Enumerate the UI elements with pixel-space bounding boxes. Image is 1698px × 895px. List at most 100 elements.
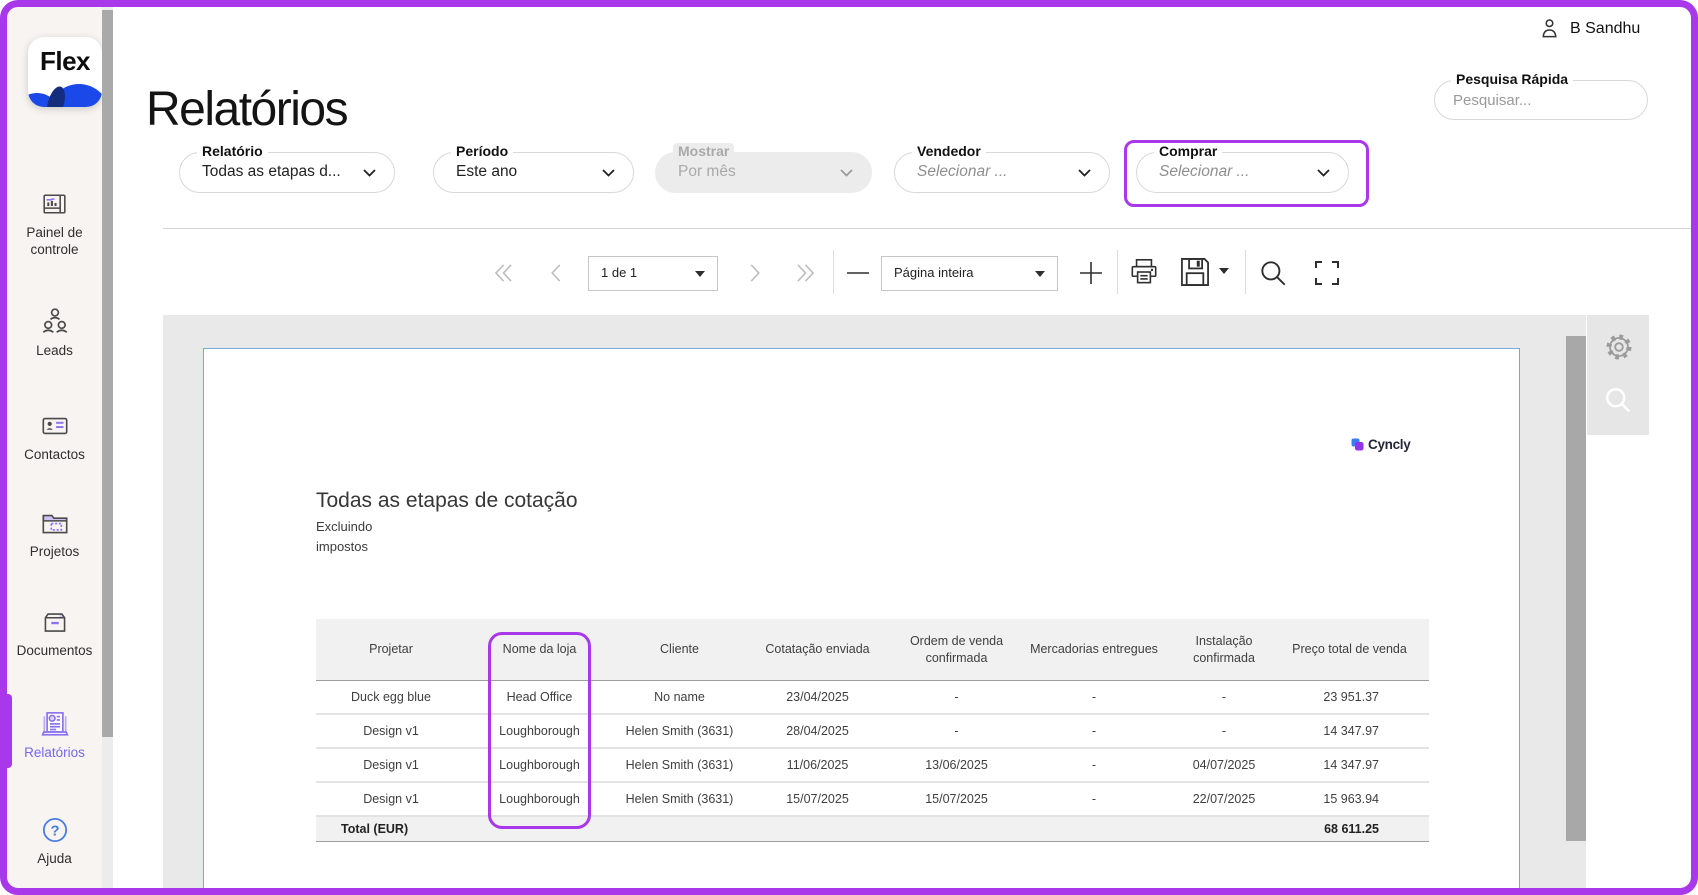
filter-period-value: Este ano: [456, 163, 518, 180]
chevron-right-icon: [750, 264, 760, 282]
cell: 14 347.97: [1284, 714, 1429, 749]
double-chevron-right-icon: [797, 264, 815, 282]
folder-icon: [42, 514, 67, 534]
filter-salesperson[interactable]: Vendedor Selecionar ...: [894, 143, 1110, 193]
viewer-settings-button[interactable]: [1601, 329, 1637, 368]
cell: Design v1: [316, 782, 466, 817]
print-button[interactable]: [1126, 255, 1162, 292]
save-button[interactable]: [1176, 253, 1214, 294]
caret-down-icon: [695, 271, 705, 277]
chevron-down-icon: [840, 169, 853, 177]
page-title: Relatórios: [146, 83, 349, 137]
sidebar-item-label: Documentos: [16, 643, 93, 658]
filter-salesperson-value: Selecionar ...: [917, 163, 1008, 180]
quick-search: Pesquisa Rápida: [1434, 71, 1648, 120]
first-page-button[interactable]: [490, 260, 516, 289]
sidebar-item-help[interactable]: ? Ajuda: [7, 813, 102, 868]
report-viewer: Cyncly Todas as etapas de cotação Exclui…: [163, 315, 1586, 895]
total-value: 68 611.25: [1284, 815, 1429, 842]
sidebar-item-contacts[interactable]: Contactos: [7, 409, 102, 464]
search-in-report-button[interactable]: [1257, 257, 1289, 292]
save-options-button[interactable]: [1219, 268, 1229, 274]
cell: Duck egg blue: [316, 680, 466, 715]
column-header: Instalação confirmada: [1164, 619, 1284, 681]
zoom-out-button[interactable]: [843, 262, 873, 287]
cell: -: [1024, 782, 1164, 817]
sidebar: Flex Painel de controle Leads Contactos …: [7, 7, 102, 888]
sidebar-item-leads[interactable]: Leads: [7, 303, 102, 360]
viewer-scrollbar-thumb[interactable]: [1566, 336, 1586, 841]
sidebar-item-projects[interactable]: Projetos: [7, 506, 102, 561]
sidebar-item-reports[interactable]: Relatórios: [7, 705, 102, 762]
table-total-row: Total (EUR) 68 611.25: [316, 815, 1429, 842]
next-page-button[interactable]: [742, 260, 768, 289]
fullscreen-button[interactable]: [1312, 258, 1342, 291]
cell: 14 347.97: [1284, 748, 1429, 783]
cell: -: [1164, 680, 1284, 715]
document-box-icon: [44, 613, 65, 632]
filter-period[interactable]: Período Este ano: [433, 143, 634, 193]
cell: Helen Smith (3631): [613, 782, 746, 817]
cell: -: [889, 680, 1024, 715]
cell: -: [1024, 680, 1164, 715]
report-icon: [40, 712, 69, 736]
flex-logo-wave-icon: [28, 84, 102, 107]
print-icon: [1131, 258, 1157, 284]
total-spacer: [466, 815, 1284, 842]
table-row: Design v1 Loughborough Helen Smith (3631…: [316, 782, 1429, 817]
filter-purchase[interactable]: Comprar Selecionar ...: [1136, 143, 1349, 193]
caret-down-icon: [1219, 268, 1229, 274]
zoom-mode-select[interactable]: Página inteira: [881, 256, 1058, 291]
last-page-button[interactable]: [793, 260, 819, 289]
sidebar-item-documents[interactable]: Documentos: [7, 605, 102, 660]
chevron-left-icon: [551, 264, 561, 282]
previous-page-button[interactable]: [543, 260, 569, 289]
cell: 13/06/2025: [889, 748, 1024, 783]
report-subtitle-line2: impostos: [316, 539, 369, 554]
contact-card-icon: [42, 417, 67, 435]
user-menu[interactable]: B Sandhu: [1538, 16, 1640, 42]
column-header: Nome da loja: [466, 619, 613, 681]
sidebar-item-dashboard[interactable]: Painel de controle: [7, 188, 102, 259]
save-icon: [1181, 258, 1209, 286]
sidebar-scrollbar-thumb[interactable]: [102, 10, 113, 737]
cyncly-mark-icon: [1351, 438, 1364, 451]
flex-logo[interactable]: Flex: [28, 37, 102, 107]
table-row: Design v1 Loughborough Helen Smith (3631…: [316, 714, 1429, 749]
search-input[interactable]: [1435, 81, 1647, 119]
cell: Loughborough: [466, 782, 613, 817]
column-header: Cliente: [613, 619, 746, 681]
cell: Design v1: [316, 748, 466, 783]
cell: 23 951.37: [1284, 680, 1429, 715]
filter-show-by: Mostrar Por mês: [655, 143, 872, 193]
sidebar-item-label: Relatórios: [24, 745, 85, 760]
cell: 04/07/2025: [1164, 748, 1284, 783]
cell: -: [889, 714, 1024, 749]
cell: 22/07/2025: [1164, 782, 1284, 817]
filter-report[interactable]: Relatório Todas as etapas d...: [179, 143, 395, 193]
user-name: B Sandhu: [1570, 20, 1641, 37]
svg-text:?: ?: [50, 823, 59, 839]
gear-icon: [1606, 334, 1632, 360]
cell: 15/07/2025: [746, 782, 889, 817]
cell: 11/06/2025: [746, 748, 889, 783]
leads-icon: [42, 308, 67, 333]
dashboard-icon: [43, 194, 66, 214]
column-header: Mercadorias entregues: [1024, 619, 1164, 681]
cell: Helen Smith (3631): [613, 714, 746, 749]
chevron-down-icon: [1317, 169, 1330, 177]
column-header: Projetar: [316, 619, 466, 681]
toolbar-separator: [1117, 250, 1118, 294]
table-row: Duck egg blue Head Office No name 23/04/…: [316, 680, 1429, 715]
cell: 15 963.94: [1284, 782, 1429, 817]
viewer-search-button[interactable]: [1601, 383, 1635, 420]
report-page: Cyncly Todas as etapas de cotação Exclui…: [203, 348, 1520, 895]
cell: Design v1: [316, 714, 466, 749]
column-header: Cotatação enviada: [746, 619, 889, 681]
page-number-select[interactable]: 1 de 1: [588, 256, 718, 291]
cell: 23/04/2025: [746, 680, 889, 715]
sidebar-scrollbar[interactable]: [102, 7, 113, 888]
cell: -: [1024, 748, 1164, 783]
filter-report-value: Todas as etapas d...: [202, 163, 341, 180]
zoom-in-button[interactable]: [1076, 258, 1106, 291]
